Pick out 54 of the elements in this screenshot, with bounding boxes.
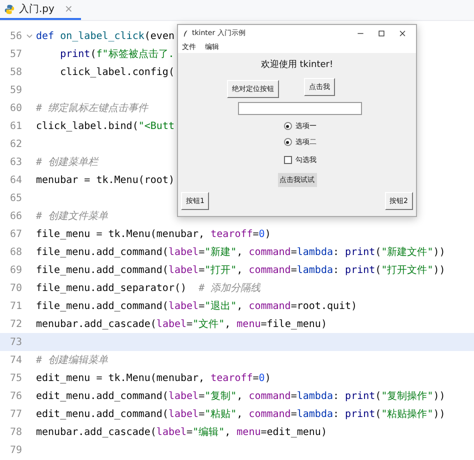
line-number: 68	[8, 246, 22, 258]
line-number: 61	[8, 120, 22, 132]
code-line: file_menu.add_command(label="打开", command=lambda: print("打开文件"))	[36, 264, 446, 277]
code-line: # 创建文件菜单	[36, 210, 108, 223]
code-line: file_menu.add_command(label="退出", command=root.quit)	[36, 300, 358, 313]
code-line: click_label.config(	[59, 66, 174, 78]
line-number: 70	[8, 282, 22, 294]
line-number: 71	[8, 300, 22, 312]
line-number: 78	[8, 426, 22, 438]
welcome-label: 欢迎使用 tkinter!	[260, 58, 334, 71]
line-number: 79	[8, 444, 22, 456]
radio-button[interactable]	[284, 138, 292, 146]
line-number: 76	[8, 390, 22, 402]
line-number: 69	[8, 264, 22, 276]
feather-icon	[183, 28, 188, 38]
line-number: 56	[8, 30, 22, 42]
maximize-icon[interactable]	[378, 30, 385, 36]
fold-chevron-icon[interactable]	[26, 34, 32, 38]
radio-button[interactable]	[284, 122, 292, 130]
line-number: 62	[8, 138, 22, 150]
line-number: 65	[8, 192, 22, 204]
code-line: menubar.add_cascade(label="编辑", menu=edit_menu)	[36, 426, 327, 439]
code-line: click_label.bind("<Butt	[36, 120, 174, 132]
code-line: edit_menu.add_command(label="复制", command=lambda: print("复制操作"))	[36, 390, 446, 403]
code-line: file_menu.add_separator() # 添加分隔线	[36, 282, 261, 295]
line-number: 67	[8, 228, 22, 240]
code-line: file_menu = tk.Menu(menubar, tearoff=0)	[36, 228, 271, 240]
line-number: 75	[8, 372, 22, 384]
code-line: file_menu.add_command(label="新建", command=lambda: print("新建文件"))	[36, 246, 446, 259]
checkbox[interactable]	[284, 156, 292, 164]
code-line: menubar.add_cascade(label="文件", menu=file_menu)	[36, 318, 327, 331]
line-number: 77	[8, 408, 22, 420]
code-line: edit_menu.add_command(label="粘贴", command=lambda: print("粘贴操作"))	[36, 408, 446, 421]
line-number: 66	[8, 210, 22, 222]
line-number: 73	[8, 336, 22, 348]
line-number: 60	[8, 102, 22, 114]
python-icon	[4, 4, 15, 14]
close-icon[interactable]	[399, 30, 406, 36]
line-number: 72	[8, 318, 22, 330]
code-line: # 创建菜单栏	[36, 156, 98, 169]
input-field[interactable]	[238, 102, 362, 115]
line-number: 57	[8, 48, 22, 60]
line-number: 58	[8, 66, 22, 78]
code-line: # 创建编辑菜单	[36, 354, 108, 367]
code-line: # 绑定鼠标左键点击事件	[36, 102, 148, 115]
line-number: 59	[8, 84, 22, 96]
code-line: edit_menu = tk.Menu(menubar, tearoff=0)	[36, 372, 271, 384]
editor-tab[interactable]: 入门.py ×	[0, 0, 81, 20]
line-number: 64	[8, 174, 22, 186]
code-line: print(f"标签被点击了.	[59, 48, 174, 61]
line-number: 74	[8, 354, 22, 366]
code-line: def on_label_click(even	[36, 30, 174, 42]
line-number: 63	[8, 156, 22, 168]
code-line: menubar = tk.Menu(root)	[36, 174, 174, 186]
